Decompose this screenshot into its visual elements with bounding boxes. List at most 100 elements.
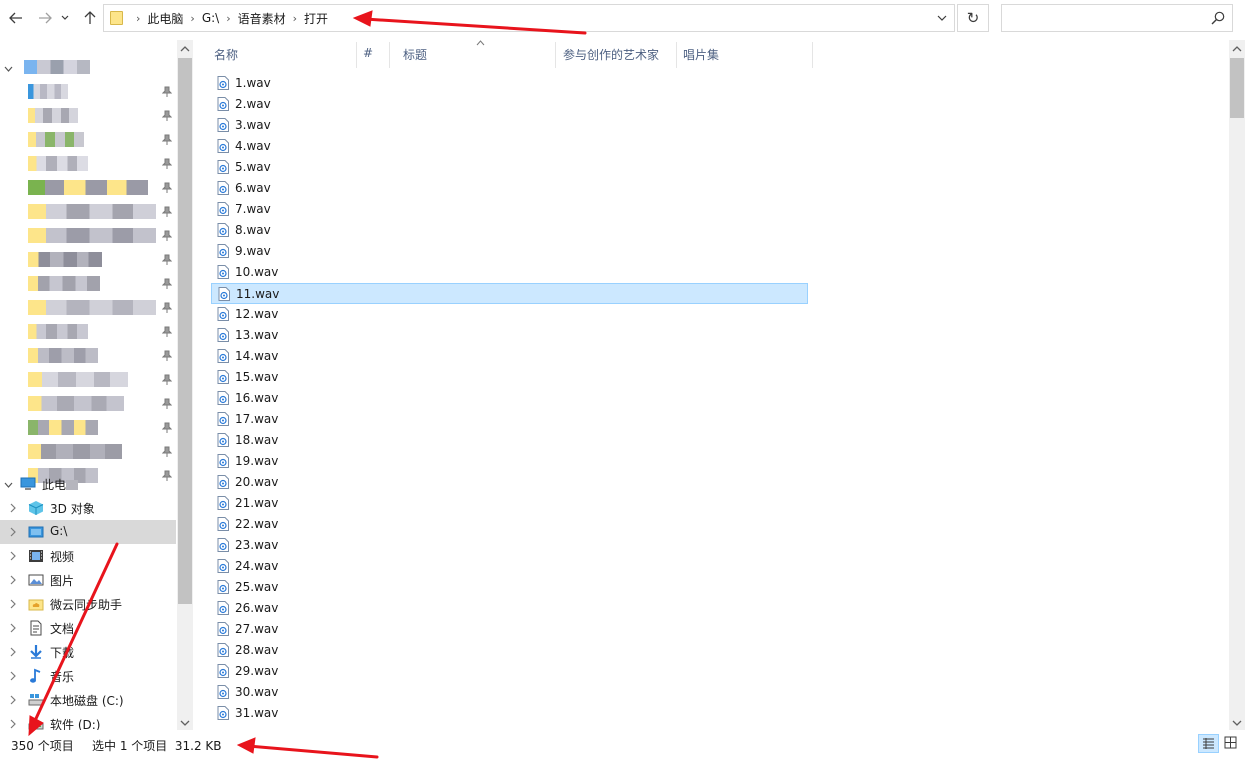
- file-row[interactable]: 21.wav: [211, 493, 808, 514]
- column-album[interactable]: 唱片集: [683, 46, 719, 64]
- quick-access-item[interactable]: [0, 152, 178, 176]
- file-list[interactable]: 1.wav 2.wav 3.wav 4.wav 5.wav 6.wav 7.wav 8.wav…: [193, 72, 1229, 730]
- file-list-scrollbar[interactable]: [1229, 40, 1245, 730]
- breadcrumb-voice-materials[interactable]: 语音素材: [238, 10, 286, 27]
- file-row[interactable]: 29.wav: [211, 661, 808, 682]
- file-row[interactable]: 17.wav: [211, 409, 808, 430]
- file-row[interactable]: 4.wav: [211, 136, 808, 157]
- file-row[interactable]: 6.wav: [211, 178, 808, 199]
- file-row[interactable]: 27.wav: [211, 619, 808, 640]
- file-row[interactable]: 1.wav: [211, 73, 808, 94]
- column-number[interactable]: #: [363, 46, 373, 64]
- column-divider[interactable]: [356, 42, 357, 68]
- tree-item[interactable]: 文档: [0, 616, 176, 640]
- recent-locations-button[interactable]: [58, 6, 72, 30]
- file-row[interactable]: 26.wav: [211, 598, 808, 619]
- chevron-right-icon[interactable]: [8, 503, 17, 513]
- tree-item[interactable]: 本地磁盘 (C:): [0, 688, 176, 712]
- large-icons-view-button[interactable]: [1221, 734, 1242, 753]
- tree-item[interactable]: 软件 (D:): [0, 712, 176, 730]
- file-row[interactable]: 19.wav: [211, 451, 808, 472]
- quick-access-item[interactable]: [0, 128, 178, 152]
- quick-access-item[interactable]: [0, 392, 178, 416]
- quick-access-item[interactable]: [0, 296, 178, 320]
- tree-item[interactable]: 视频: [0, 544, 176, 568]
- quick-access-item[interactable]: [0, 176, 178, 200]
- column-divider[interactable]: [389, 42, 390, 68]
- chevron-right-icon[interactable]: [8, 527, 17, 537]
- quick-access-item[interactable]: [0, 80, 178, 104]
- tree-this-pc[interactable]: 此电: [0, 472, 176, 496]
- scroll-up-icon[interactable]: [180, 44, 190, 54]
- column-title[interactable]: 标题: [403, 46, 427, 64]
- chevron-right-icon[interactable]: [8, 719, 17, 729]
- scroll-down-icon[interactable]: [1232, 718, 1242, 728]
- file-row[interactable]: 30.wav: [211, 682, 808, 703]
- tree-item[interactable]: 3D 对象: [0, 496, 176, 520]
- quick-access-item[interactable]: [0, 440, 178, 464]
- chevron-right-icon[interactable]: [8, 575, 17, 585]
- file-row[interactable]: 31.wav: [211, 703, 808, 724]
- quick-access-item[interactable]: [0, 320, 178, 344]
- tree-item[interactable]: 图片: [0, 568, 176, 592]
- file-row[interactable]: 7.wav: [211, 199, 808, 220]
- file-row[interactable]: 12.wav: [211, 304, 808, 325]
- file-row[interactable]: 28.wav: [211, 640, 808, 661]
- tree-item[interactable]: G:\: [0, 520, 176, 544]
- file-row[interactable]: 18.wav: [211, 430, 808, 451]
- file-row[interactable]: 2.wav: [211, 94, 808, 115]
- tree-item[interactable]: 微云同步助手: [0, 592, 176, 616]
- file-row[interactable]: 3.wav: [211, 115, 808, 136]
- file-row[interactable]: 15.wav: [211, 367, 808, 388]
- scrollbar-thumb[interactable]: [178, 58, 192, 604]
- chevron-right-icon[interactable]: [8, 695, 17, 705]
- quick-access-item[interactable]: [0, 224, 178, 248]
- details-view-button[interactable]: [1198, 734, 1219, 753]
- file-row[interactable]: 25.wav: [211, 577, 808, 598]
- address-bar[interactable]: › 此电脑 › G:\ › 语音素材 › 打开: [103, 4, 955, 32]
- file-row[interactable]: 20.wav: [211, 472, 808, 493]
- quick-access-item[interactable]: [0, 344, 178, 368]
- chevron-right-icon[interactable]: [8, 671, 17, 681]
- file-row[interactable]: 9.wav: [211, 241, 808, 262]
- scroll-up-icon[interactable]: [1232, 44, 1242, 54]
- file-row[interactable]: 13.wav: [211, 325, 808, 346]
- back-button[interactable]: [5, 6, 27, 30]
- address-history-dropdown[interactable]: [936, 12, 948, 24]
- quick-access-item[interactable]: [0, 104, 178, 128]
- tree-item[interactable]: 音乐: [0, 664, 176, 688]
- column-divider[interactable]: [812, 42, 813, 68]
- navigation-pane-scrollbar[interactable]: [177, 40, 193, 730]
- column-artists[interactable]: 参与创作的艺术家: [563, 46, 659, 64]
- file-row[interactable]: 14.wav: [211, 346, 808, 367]
- file-row[interactable]: 11.wav: [211, 283, 808, 304]
- chevron-right-icon[interactable]: [8, 551, 17, 561]
- column-divider[interactable]: [555, 42, 556, 68]
- quick-access-item[interactable]: [0, 200, 178, 224]
- file-row[interactable]: 10.wav: [211, 262, 808, 283]
- column-name[interactable]: 名称: [214, 46, 238, 64]
- file-row[interactable]: 24.wav: [211, 556, 808, 577]
- quick-access-item[interactable]: [0, 416, 178, 440]
- file-row[interactable]: 8.wav: [211, 220, 808, 241]
- file-row[interactable]: 5.wav: [211, 157, 808, 178]
- column-divider[interactable]: [676, 42, 677, 68]
- tree-item[interactable]: 下载: [0, 640, 176, 664]
- scroll-down-icon[interactable]: [180, 718, 190, 728]
- search-input[interactable]: [1001, 4, 1233, 32]
- up-button[interactable]: [79, 6, 101, 30]
- file-row[interactable]: 22.wav: [211, 514, 808, 535]
- chevron-right-icon[interactable]: [8, 647, 17, 657]
- forward-button[interactable]: [34, 6, 56, 30]
- chevron-right-icon[interactable]: [8, 623, 17, 633]
- refresh-button[interactable]: ↻: [957, 4, 989, 32]
- quick-access-header[interactable]: [0, 56, 178, 80]
- quick-access-item[interactable]: [0, 368, 178, 392]
- chevron-right-icon[interactable]: [8, 599, 17, 609]
- quick-access-item[interactable]: [0, 248, 178, 272]
- breadcrumb-open[interactable]: 打开: [304, 10, 328, 27]
- quick-access-item[interactable]: [0, 272, 178, 296]
- scrollbar-thumb[interactable]: [1230, 58, 1244, 118]
- breadcrumb-this-pc[interactable]: 此电脑: [147, 10, 183, 27]
- file-row[interactable]: 23.wav: [211, 535, 808, 556]
